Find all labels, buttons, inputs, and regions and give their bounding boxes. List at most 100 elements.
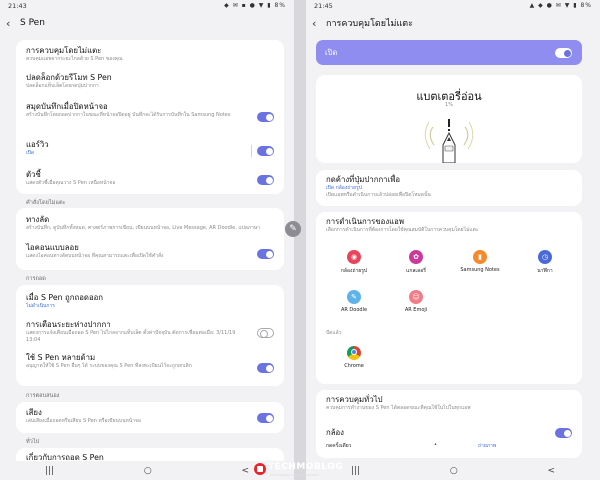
app-label: Chrome <box>344 363 364 369</box>
setting-sub: อนุญาตให้ใช้ S Pen อื่นๆ ได้ ระบบของคุณ … <box>26 363 192 369</box>
section-header-air-command: คำสั่งโดยไม่แตะ <box>26 200 66 206</box>
pen-edit-icon[interactable]: ✎ <box>285 221 301 237</box>
app-actions-header: การดำเนินการของแอพ เลือกการดำเนินการที่ต… <box>326 217 558 234</box>
on-label: เปิด <box>325 48 338 57</box>
status-bar: 21:45 ▲ ◆ ● ✉ ▼ ▮ 8% <box>306 0 600 12</box>
right-screen: 21:45 ▲ ◆ ● ✉ ▼ ▮ 8% ‹ การควบคุมโดยไม่แต… <box>306 0 600 480</box>
setting-remote-unlock[interactable]: ปลดล็อกด้วยรีโมท S Pen ปลดล็อกแท็บเล็ตโด… <box>26 73 258 90</box>
recents-icon[interactable]: ||| <box>45 466 54 476</box>
setting-sub: ควบคุมแอพจากระยะไกลด้วย S Pen ของคุณ <box>26 56 123 62</box>
back-arrow-icon[interactable]: ‹ <box>312 17 326 30</box>
app-icon: ☺ <box>409 290 423 304</box>
setting-multiple-pens[interactable]: ใช้ S Pen หลายด้าม อนุญาตให้ใช้ S Pen อื… <box>26 353 236 370</box>
air-view-toggle[interactable] <box>257 146 274 156</box>
setting-sub: แสดงตัวชี้เมื่อคุณวาง S Pen เหนือหน้าจอ <box>26 180 116 186</box>
setting-floating-icon[interactable]: ไอคอนแบบลอย แสดงไอคอนทางลัดบนหน้าจอ ที่ค… <box>26 243 240 260</box>
sound-toggle[interactable] <box>257 413 274 423</box>
battery-card: แบตเตอรี่อ่อน 1% <box>316 75 582 163</box>
setting-title: ใช้ S Pen หลายด้าม <box>26 353 96 362</box>
setting-shortcuts[interactable]: ทางลัด สร้างบันทึก, ดูบันทึกทั้งหมด, ศาส… <box>26 215 274 232</box>
watermark-title: TECHMOBLOG <box>268 462 344 472</box>
app-icon: ◷ <box>538 250 552 264</box>
app-label: กล้องถ่ายรูป <box>340 268 368 274</box>
setting-air-action[interactable]: การควบคุมโดยไม่แตะ ควบคุมแอพจากระยะไกลด้… <box>26 46 258 63</box>
setting-sub: สร้างบันทึกโดยถอดปากกาในขณะที่หน้าจอปิดอ… <box>26 112 231 118</box>
setting-sub: ปลดล็อกแท็บเล็ตโดยกดปุ่มปากกา <box>26 83 99 89</box>
status-bar: 21:43 ◆ ✉ ▪ ● ▼ ▮ 8% <box>0 0 294 12</box>
setting-pen-alert[interactable]: การเตือนระยะห่างปากกา แสดงการแจ้งเตือนเม… <box>26 320 236 343</box>
section-header-feedback: การตอบสนอง <box>26 393 60 399</box>
screen-off-memo-toggle[interactable] <box>257 112 274 122</box>
section-header-removal: การถอด <box>26 276 46 282</box>
page-title: การควบคุมโดยไม่แตะ <box>326 19 413 29</box>
camera-label: กล้อง <box>326 428 344 437</box>
status-icons: ◆ ✉ ▪ ● ▼ ▮ 8% <box>224 2 286 9</box>
setting-title: การเตือนระยะห่างปากกา <box>26 320 111 329</box>
app-actions-sub: เลือกการดำเนินการที่ต้องการโดยใช้คุณสมบั… <box>326 227 479 233</box>
back-icon[interactable]: < <box>242 466 250 476</box>
chrome-icon <box>347 346 361 360</box>
app-label: Samsung Notes <box>460 267 500 273</box>
setting-title: ทางลัด <box>26 215 50 224</box>
app-icon: ▮ <box>473 250 487 264</box>
setting-sound[interactable]: เสียง เล่นเสียงเมื่อถอดหรือเสียบ S Pen ห… <box>26 408 258 425</box>
app-actions-title: การดำเนินการของแอพ <box>326 217 405 226</box>
app-icon: ✿ <box>409 250 423 264</box>
general-title: การควบคุมทั่วไป <box>326 395 383 404</box>
status-time: 21:43 <box>8 2 27 10</box>
press-hold-title: กดค้างที่ปุ่มปากกาเพื่อ <box>326 175 401 184</box>
page-title: S Pen <box>20 18 45 28</box>
back-icon[interactable]: < <box>548 466 556 476</box>
general-control-card: การควบคุมทั่วไป ควบคุมการทำงานของ S Pen … <box>316 390 582 458</box>
top-bar: ‹ การควบคุมโดยไม่แตะ <box>306 12 600 34</box>
techmoblog-logo-icon <box>254 463 266 475</box>
home-icon[interactable]: ○ <box>450 466 458 476</box>
setting-screen-off-memo[interactable]: สมุดบันทึกเมื่อปิดหน้าจอ สร้างบันทึกโดยถ… <box>26 102 240 119</box>
setting-when-removed[interactable]: เมื่อ S Pen ถูกถอดออก ไม่ดำเนินการ <box>26 293 258 310</box>
status-time: 21:45 <box>314 2 333 10</box>
app-action-chrome[interactable]: Chrome <box>330 346 378 369</box>
app-label: แกลเลอรี่ <box>406 268 426 274</box>
floating-icon-toggle[interactable] <box>257 249 274 259</box>
setting-title: แอร์วิว <box>26 140 49 149</box>
setting-sub: เล่นเสียงเมื่อถอดหรือเสียบ S Pen หรือเขี… <box>26 418 141 424</box>
setting-title: การควบคุมโดยไม่แตะ <box>26 46 102 55</box>
master-toggle[interactable] <box>555 48 572 58</box>
app-action-samsung-notes[interactable]: ▮ Samsung Notes <box>456 250 504 273</box>
press-once-value[interactable]: ถ่ายภาพ <box>478 443 496 450</box>
setting-title: ปลดล็อกด้วยรีโมท S Pen <box>26 73 112 82</box>
multiple-pens-toggle[interactable] <box>257 363 274 373</box>
setting-pointer[interactable]: ตัวชี้ แสดงตัวชี้เมื่อคุณวาง S Pen เหนือ… <box>26 170 258 187</box>
press-hold-card[interactable]: กดค้างที่ปุ่มปากกาเพื่อ เปิด กล้องถ่ายรู… <box>316 170 582 206</box>
pen-alert-toggle[interactable] <box>257 328 274 338</box>
setting-sub: เปิด <box>26 150 35 156</box>
top-bar: ‹ S Pen <box>0 12 294 34</box>
app-icon: ✎ <box>347 290 361 304</box>
techmoblog-watermark: TECHMOBLOG technology inspire business <box>250 462 360 478</box>
setting-sub: ไม่ดำเนินการ <box>26 303 55 309</box>
press-once-bullet: • <box>434 442 437 448</box>
split-divider[interactable] <box>294 0 306 480</box>
setting-sub: แสดงไอคอนทางลัดบนหน้าจอ ที่คุณสามารถแตะเ… <box>26 253 164 259</box>
app-icon: ◉ <box>347 250 361 264</box>
app-action-ar-doodle[interactable]: ✎ AR Doodle <box>330 290 378 313</box>
app-label: AR Doodle <box>340 307 368 313</box>
master-switch-bar[interactable]: เปิด <box>316 40 582 65</box>
settings-card-feedback: เสียง เล่นเสียงเมื่อถอดหรือเสียบ S Pen ห… <box>16 402 284 433</box>
pointer-toggle[interactable] <box>257 175 274 185</box>
settings-card-air-command: ทางลัด สร้างบันทึก, ดูบันทึกทั้งหมด, ศาส… <box>16 208 284 270</box>
setting-title: ตัวชี้ <box>26 170 41 179</box>
setting-air-view[interactable]: แอร์วิว เปิด <box>26 140 258 157</box>
press-hold-row: กดค้างที่ปุ่มปากกาเพื่อ เปิด กล้องถ่ายรู… <box>326 175 558 198</box>
divider <box>251 145 252 157</box>
app-action-แกลเลอรี่[interactable]: ✿ แกลเลอรี่ <box>392 250 440 275</box>
battery-percent: 1% <box>445 102 453 108</box>
app-action-กล้องถ่ายรูป[interactable]: ◉ กล้องถ่ายรูป <box>330 250 378 275</box>
home-icon[interactable]: ○ <box>144 466 152 476</box>
camera-control-toggle[interactable] <box>555 428 572 438</box>
setting-sub: แสดงการแจ้งเตือนเมื่อถอด S Pen ไปไกลจากแ… <box>26 330 236 343</box>
app-action-นาฬิกา[interactable]: ◷ นาฬิกา <box>521 250 569 275</box>
app-action-ar-emoji[interactable]: ☺ AR Emoji <box>392 290 440 313</box>
back-arrow-icon[interactable]: ‹ <box>6 17 20 30</box>
app-label: นาฬิกา <box>537 268 553 274</box>
